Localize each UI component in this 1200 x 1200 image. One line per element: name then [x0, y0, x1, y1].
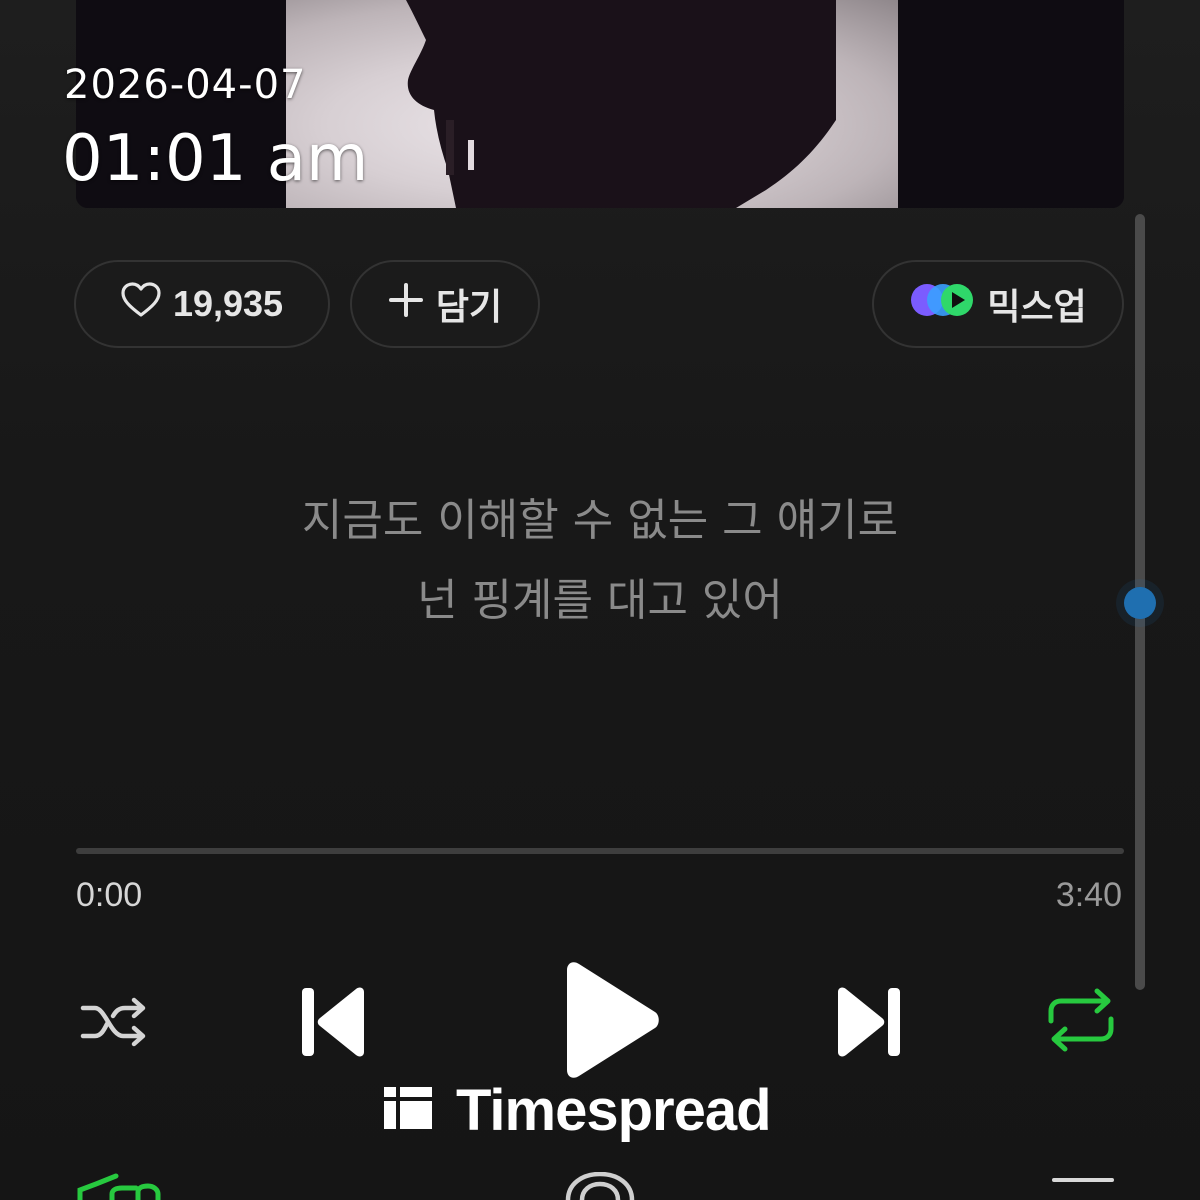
mixup-logo-icon — [909, 280, 975, 329]
elapsed-time: 0:00 — [76, 876, 143, 914]
shuffle-button[interactable] — [76, 992, 156, 1056]
add-label: 담기 — [435, 286, 503, 327]
overlay-date: 2026-04-07 — [64, 62, 307, 108]
shuffle-icon — [79, 994, 153, 1054]
progress-bar[interactable] — [76, 848, 1124, 854]
music-player-screen: 2026-04-07 01:01 am 19,935 담기 믹스업 지금도 이해… — [0, 0, 1200, 1200]
lyric-line[interactable]: 지금도 이해할 수 없는 그 얘기로 — [0, 484, 1200, 548]
repeat-icon — [1045, 987, 1117, 1057]
add-to-playlist-button[interactable]: 담기 — [350, 260, 540, 348]
menu-icon[interactable] — [1052, 1178, 1114, 1182]
previous-button[interactable] — [296, 984, 370, 1064]
skip-previous-icon — [298, 984, 368, 1064]
lyric-line[interactable]: 넌 핑계를 대고 있어 — [0, 564, 1200, 628]
watermark-text: Timespread — [456, 1077, 772, 1143]
plus-icon — [388, 282, 424, 327]
overlay-time: 01:01 am — [62, 122, 369, 196]
heart-icon — [121, 281, 161, 327]
play-icon — [559, 960, 663, 1084]
next-button[interactable] — [832, 984, 906, 1064]
like-button[interactable]: 19,935 — [74, 260, 330, 348]
play-button[interactable] — [556, 960, 666, 1084]
equalizer-icon[interactable] — [76, 1168, 166, 1200]
total-time: 3:40 — [1055, 876, 1122, 914]
repeat-button[interactable] — [1044, 988, 1118, 1056]
timespread-logo-icon — [384, 1085, 434, 1135]
skip-next-icon — [834, 984, 904, 1064]
watermark: Timespread — [384, 1078, 772, 1143]
mixup-button[interactable]: 믹스업 — [872, 260, 1124, 348]
mixup-label: 믹스업 — [987, 286, 1087, 327]
like-count: 19,935 — [172, 283, 284, 324]
cast-icon[interactable] — [562, 1171, 638, 1200]
